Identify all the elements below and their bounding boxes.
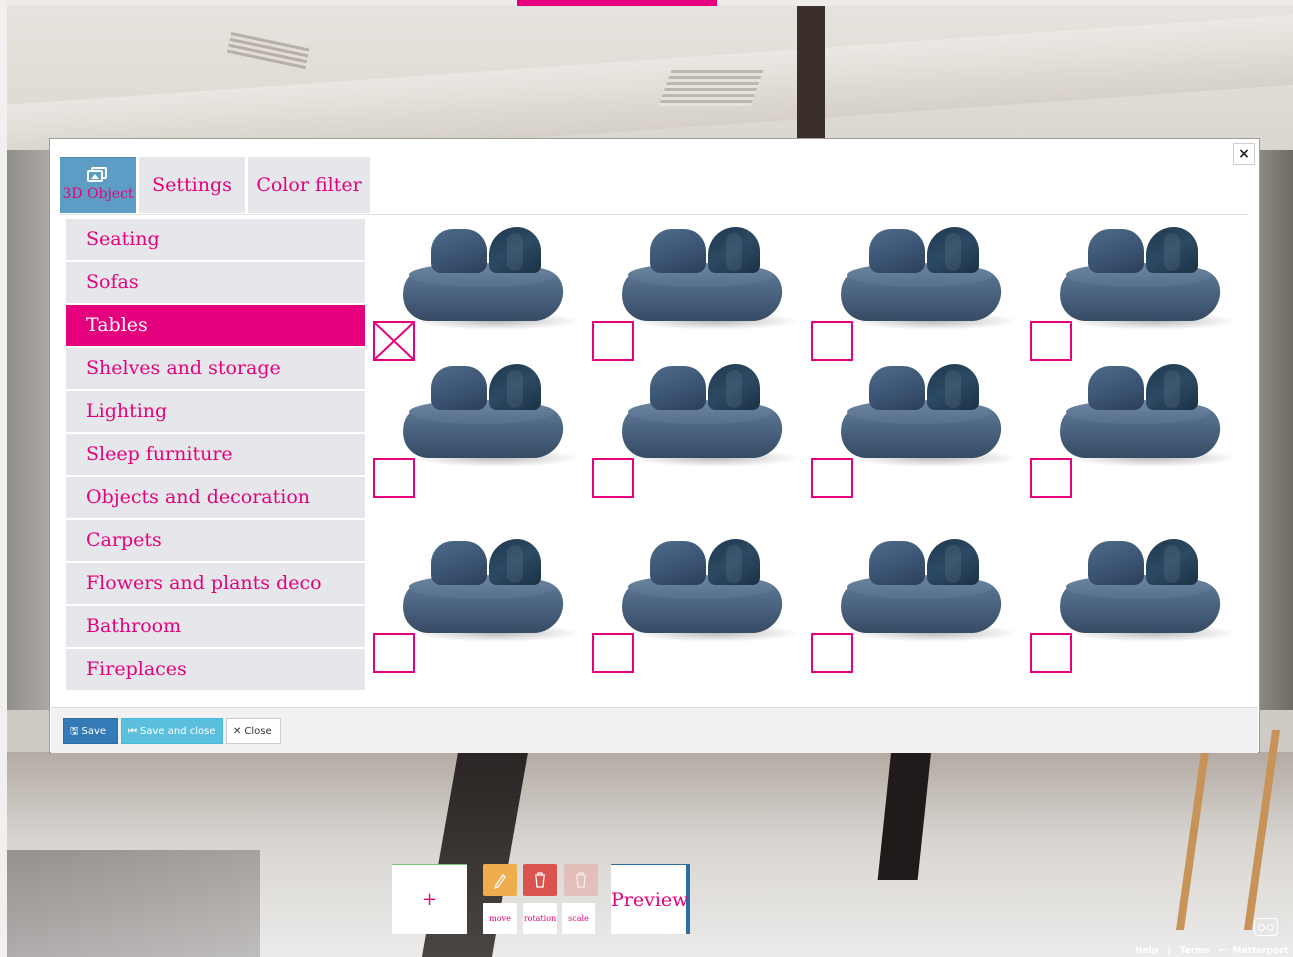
floor-shadow — [0, 850, 260, 957]
tab-3d-object-label: 3D Object — [62, 186, 134, 202]
object-item[interactable] — [592, 227, 802, 361]
save-button[interactable]: 🖫 Save — [63, 718, 118, 744]
close-button-label: Close — [244, 726, 272, 737]
matterport-logo-icon: ⌐ — [1219, 946, 1227, 956]
vr-headset-icon[interactable] — [1254, 918, 1278, 936]
sofa-thumbnail — [1058, 227, 1238, 342]
tab-settings[interactable]: Settings — [139, 157, 245, 213]
object-item[interactable] — [811, 539, 1021, 673]
object-item[interactable] — [811, 227, 1021, 361]
item-checkbox[interactable] — [1030, 458, 1072, 498]
pillar — [797, 0, 825, 150]
sofa-thumbnail — [401, 227, 581, 342]
object-picker-modal: × 3D Object Settings Color filter Seatin… — [49, 138, 1260, 753]
object-item[interactable] — [1030, 227, 1240, 361]
category-seating[interactable]: Seating — [66, 219, 365, 260]
help-link[interactable]: Help — [1135, 946, 1158, 956]
object-grid — [373, 227, 1253, 697]
sofa-thumbnail — [401, 539, 581, 654]
tab-3d-object[interactable]: 3D Object — [60, 157, 136, 213]
object-item[interactable] — [592, 364, 802, 498]
sofa-thumbnail — [1058, 364, 1238, 479]
images-icon — [87, 167, 109, 183]
category-sleep-furniture[interactable]: Sleep furniture — [66, 434, 365, 475]
save-and-close-button[interactable]: ⏮ Save and close — [121, 718, 223, 744]
category-bathroom[interactable]: Bathroom — [66, 606, 365, 647]
add-object-button[interactable]: + — [392, 864, 467, 934]
object-item[interactable] — [592, 539, 802, 673]
item-checkbox[interactable] — [373, 321, 415, 361]
trash-icon — [535, 872, 545, 888]
step-backward-icon: ⏮ — [128, 726, 137, 737]
delete-button[interactable] — [523, 864, 557, 896]
item-checkbox[interactable] — [811, 321, 853, 361]
sofa-thumbnail — [839, 539, 1019, 654]
sofa-thumbnail — [620, 539, 800, 654]
ceiling-vent — [658, 70, 764, 106]
edit-button[interactable] — [483, 864, 517, 896]
item-checkbox[interactable] — [373, 458, 415, 498]
category-tables[interactable]: Tables — [66, 305, 365, 346]
category-objects-and-decoration[interactable]: Objects and decoration — [66, 477, 365, 518]
matterport-link[interactable]: Matterport — [1233, 946, 1289, 956]
item-checkbox[interactable] — [811, 633, 853, 673]
close-icon: ✕ — [233, 726, 242, 737]
category-fireplaces[interactable]: Fireplaces — [66, 649, 365, 690]
terms-link[interactable]: Terms — [1180, 946, 1210, 956]
item-checkbox[interactable] — [811, 458, 853, 498]
right-wall — [1258, 150, 1293, 710]
item-checkbox[interactable] — [373, 633, 415, 673]
category-list: Seating Sofas Tables Shelves and storage… — [66, 219, 365, 692]
item-checkbox[interactable] — [592, 458, 634, 498]
category-lighting[interactable]: Lighting — [66, 391, 365, 432]
item-checkbox[interactable] — [1030, 633, 1072, 673]
category-sofas[interactable]: Sofas — [66, 262, 365, 303]
scale-button[interactable]: scale — [562, 903, 595, 934]
preview-button[interactable]: Preview — [611, 864, 690, 934]
object-item[interactable] — [373, 364, 583, 498]
floppy-icon: 🖫 — [70, 726, 79, 737]
item-checkbox[interactable] — [1030, 321, 1072, 361]
move-button[interactable]: move — [483, 903, 517, 934]
save-button-label: Save — [81, 726, 107, 737]
delete-all-button[interactable] — [564, 864, 598, 896]
pencil-icon — [493, 873, 506, 890]
category-flowers-and-plants[interactable]: Flowers and plants deco — [66, 563, 365, 604]
category-carpets[interactable]: Carpets — [66, 520, 365, 561]
item-checkbox[interactable] — [592, 321, 634, 361]
viewer-footer-links: Help | Terms ⌐ Matterport — [1135, 946, 1293, 956]
sofa-thumbnail — [401, 364, 581, 479]
sofa-thumbnail — [839, 364, 1019, 479]
sofa-thumbnail — [620, 227, 800, 342]
object-item[interactable] — [1030, 364, 1240, 498]
sofa-thumbnail — [620, 364, 800, 479]
modal-close-button[interactable]: × — [1233, 143, 1255, 165]
object-item[interactable] — [1030, 539, 1240, 673]
modal-footer: 🖫 Save ⏮ Save and close ✕ Close — [51, 707, 1258, 753]
category-shelves-and-storage[interactable]: Shelves and storage — [66, 348, 365, 389]
trash-icon — [576, 872, 586, 888]
object-item[interactable] — [811, 364, 1021, 498]
save-and-close-button-label: Save and close — [140, 726, 216, 737]
left-edge — [0, 0, 7, 957]
tab-color-filter[interactable]: Color filter — [248, 157, 370, 213]
rotation-button[interactable]: rotation — [523, 903, 557, 934]
object-item[interactable] — [373, 539, 583, 673]
item-checkbox[interactable] — [592, 633, 634, 673]
top-accent-tab[interactable] — [517, 0, 717, 6]
footer-separator: | — [1167, 946, 1171, 956]
sofa-thumbnail — [839, 227, 1019, 342]
object-item[interactable] — [373, 227, 583, 361]
sofa-thumbnail — [1058, 539, 1238, 654]
close-button[interactable]: ✕ Close — [226, 718, 281, 744]
tabs-divider — [60, 214, 1248, 215]
